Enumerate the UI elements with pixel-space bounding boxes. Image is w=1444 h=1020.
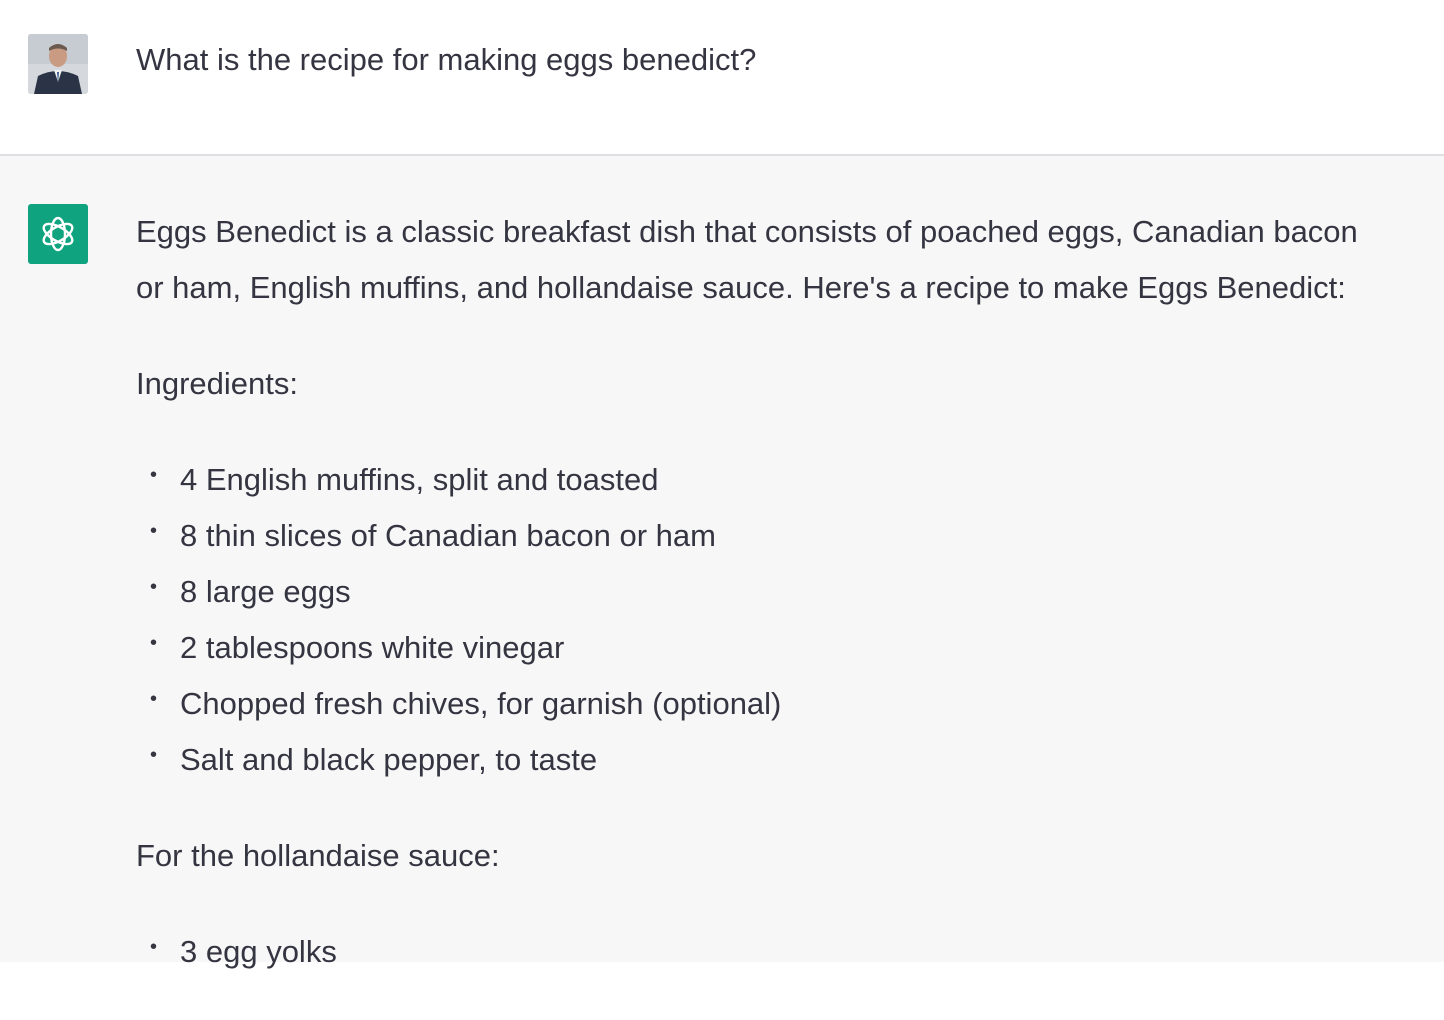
openai-logo-icon <box>42 216 74 252</box>
intro-paragraph: Eggs Benedict is a classic breakfast dis… <box>136 204 1436 316</box>
list-item: • Salt and black pepper, to taste <box>150 742 598 777</box>
intro-line-2: or ham, English muffins, and hollandaise… <box>136 270 1346 305</box>
list-item: • Chopped fresh chives, for garnish (opti… <box>150 686 782 721</box>
user-message-text: What is the recipe for making eggs bened… <box>136 42 757 77</box>
list-item: • 4 English muffins, split and toasted <box>150 462 659 497</box>
assistant-message-content: Eggs Benedict is a classic breakfast dis… <box>136 204 1436 1020</box>
ingredients-list: • 4 English muffins, split and toasted • 8… <box>136 452 1436 788</box>
sauce-heading: For the hollandaise sauce: <box>136 838 500 873</box>
assistant-message-row: Eggs Benedict is a classic breakfast dis… <box>0 156 1444 969</box>
ingredients-heading: Ingredients: <box>136 366 298 401</box>
list-item-text: 2 tablespoons white vinegar <box>180 630 565 665</box>
list-item-text: Chopped fresh chives, for garnish (optio… <box>180 686 782 721</box>
user-photo-icon <box>28 34 88 94</box>
sauce-ingredients-list: • 3 egg yolks <box>136 924 1436 980</box>
list-item: • 8 large eggs <box>150 574 351 609</box>
intro-line-1: Eggs Benedict is a classic breakfast dis… <box>136 214 1358 249</box>
list-item-text: Salt and black pepper, to taste <box>180 742 598 777</box>
list-item-text: 8 large eggs <box>180 574 351 609</box>
list-item-text: 4 English muffins, split and toasted <box>180 462 659 497</box>
user-avatar <box>28 34 88 94</box>
list-item: • 3 egg yolks <box>150 934 337 969</box>
assistant-avatar <box>28 204 88 264</box>
list-item-text: 8 thin slices of Canadian bacon or ham <box>180 518 716 553</box>
user-message-row: What is the recipe for making eggs bened… <box>0 0 1444 156</box>
list-item: • 2 tablespoons white vinegar <box>150 630 565 665</box>
list-item-text: 3 egg yolks <box>180 934 337 969</box>
list-item: • 8 thin slices of Canadian bacon or ham <box>150 518 716 553</box>
